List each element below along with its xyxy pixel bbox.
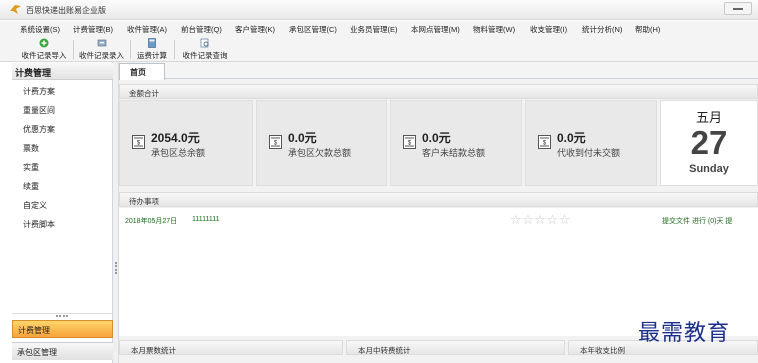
calculator-icon	[148, 38, 156, 48]
grip-dots	[56, 315, 68, 317]
money-icon: $	[403, 135, 416, 149]
freight-calc-button[interactable]: 运费计算	[134, 38, 170, 61]
stat-label: 代收到付未交额	[557, 148, 621, 158]
toolbar-separator	[174, 40, 175, 59]
window-title: 百思快递出账易企业版	[26, 6, 106, 15]
stat-card-contract-balance: $ 2054.0元 承包区总余额	[119, 100, 253, 186]
sidebar-item-actual-weight[interactable]: 实重	[23, 162, 39, 173]
add-icon	[39, 38, 49, 48]
todo-text[interactable]: 11111111	[192, 216, 220, 223]
menu-billing[interactable]: 计费管理(B)	[73, 24, 113, 35]
splitter-grip	[115, 262, 117, 274]
watermark: 最需教育	[638, 321, 731, 346]
import-records-label: 收件记录导入	[21, 51, 67, 60]
stat-card-cod-unsubmitted: $ 0.0元 代收到付未交额	[525, 100, 657, 186]
priority-stars[interactable]: ☆☆☆☆☆	[510, 212, 571, 228]
menu-system-settings[interactable]: 系统设置(S)	[20, 24, 60, 35]
date-day: 27	[690, 124, 728, 161]
toolbar: 收件记录导入 收件记录录入 运费计算 收件记录查询	[0, 37, 758, 62]
import-records-button[interactable]: 收件记录导入	[19, 38, 69, 61]
stat-amount: 0.0元	[422, 131, 451, 145]
sidebar: 计费管理 计费方案 重量区间 优惠方案 票数 实重 续重 自定义 计费脚本 计费…	[12, 62, 113, 363]
todo-actions[interactable]: 提交文件 进行 (0)天 提	[662, 216, 732, 226]
app-logo-icon	[10, 5, 21, 14]
stat-card-customer-unpaid: $ 0.0元 客户未结款总额	[390, 100, 522, 186]
tab-strip: 首页	[119, 62, 758, 80]
sidebar-title: 计费管理	[12, 63, 113, 80]
stat-amount: 0.0元	[288, 131, 317, 145]
keyboard-icon	[97, 39, 106, 47]
money-icon: $	[269, 135, 282, 149]
sidebar-item-ticket-count[interactable]: 票数	[23, 143, 39, 154]
stat-label: 承包区欠款总额	[288, 148, 352, 158]
enter-records-button[interactable]: 收件记录录入	[77, 38, 126, 61]
menu-customers[interactable]: 客户管理(K)	[235, 24, 275, 35]
sidebar-item-extra-weight[interactable]: 续重	[23, 181, 39, 192]
sidebar-item-billing-plan[interactable]: 计费方案	[23, 86, 55, 97]
date-weekday: Sunday	[689, 163, 729, 175]
todo-date: 2018年05月27日	[125, 218, 178, 225]
menu-bar: 系统设置(S) 计费管理(B) 收件管理(A) 前台管理(Q) 客户管理(K) …	[0, 21, 758, 37]
stat-label: 承包区总余额	[151, 148, 206, 158]
search-record-icon	[200, 38, 209, 48]
menu-help[interactable]: 帮助(H)	[635, 24, 660, 35]
menu-income-expense[interactable]: 收支管理(I)	[530, 24, 567, 35]
menu-front-desk[interactable]: 前台管理(Q)	[181, 24, 222, 35]
menu-statistics[interactable]: 统计分析(N)	[582, 24, 622, 35]
sidebar-item-custom[interactable]: 自定义	[23, 200, 47, 211]
stat-amount: 0.0元	[557, 131, 586, 145]
query-records-label: 收件记录查询	[182, 51, 228, 60]
nav-billing-management[interactable]: 计费管理	[12, 320, 113, 338]
minimize-button[interactable]	[724, 2, 752, 15]
enter-records-label: 收件记录录入	[79, 51, 124, 60]
monthly-transfer-fee-header: 本月中转费统计	[346, 340, 565, 355]
minimize-icon	[733, 8, 743, 10]
sidebar-item-billing-script[interactable]: 计费脚本	[23, 219, 55, 230]
stat-label: 客户未结款总额	[422, 148, 486, 158]
menu-receiving[interactable]: 收件管理(A)	[127, 24, 167, 35]
sidebar-item-weight-range[interactable]: 重量区间	[23, 105, 55, 116]
nav-contract-zone-management[interactable]: 承包区管理	[12, 342, 113, 360]
freight-calc-label: 运费计算	[137, 51, 167, 60]
todo-section-header: 待办事项	[119, 192, 758, 207]
sidebar-resize-grip[interactable]	[12, 313, 113, 319]
money-icon: $	[538, 135, 551, 149]
amount-section-header: 金额合计	[119, 84, 758, 99]
menu-salesmen[interactable]: 业务员管理(E)	[350, 24, 398, 35]
sidebar-item-discount-plan[interactable]: 优惠方案	[23, 124, 55, 135]
query-records-button[interactable]: 收件记录查询	[180, 38, 230, 61]
date-card: 五月 27 Sunday	[660, 100, 758, 186]
stat-card-contract-debt: $ 0.0元 承包区欠款总额	[256, 100, 387, 186]
menu-materials[interactable]: 物料管理(W)	[473, 24, 515, 35]
money-icon: $	[132, 135, 145, 149]
menu-branch[interactable]: 本网点管理(M)	[411, 24, 460, 35]
monthly-ticket-stats-header: 本月票数统计	[119, 340, 343, 355]
toolbar-separator	[73, 40, 74, 59]
menu-contract-zones[interactable]: 承包区管理(C)	[289, 24, 337, 35]
title-bar: 百思快递出账易企业版	[0, 0, 758, 20]
tab-home[interactable]: 首页	[119, 63, 165, 80]
toolbar-separator	[130, 40, 131, 59]
stat-amount: 2054.0元	[151, 131, 200, 145]
